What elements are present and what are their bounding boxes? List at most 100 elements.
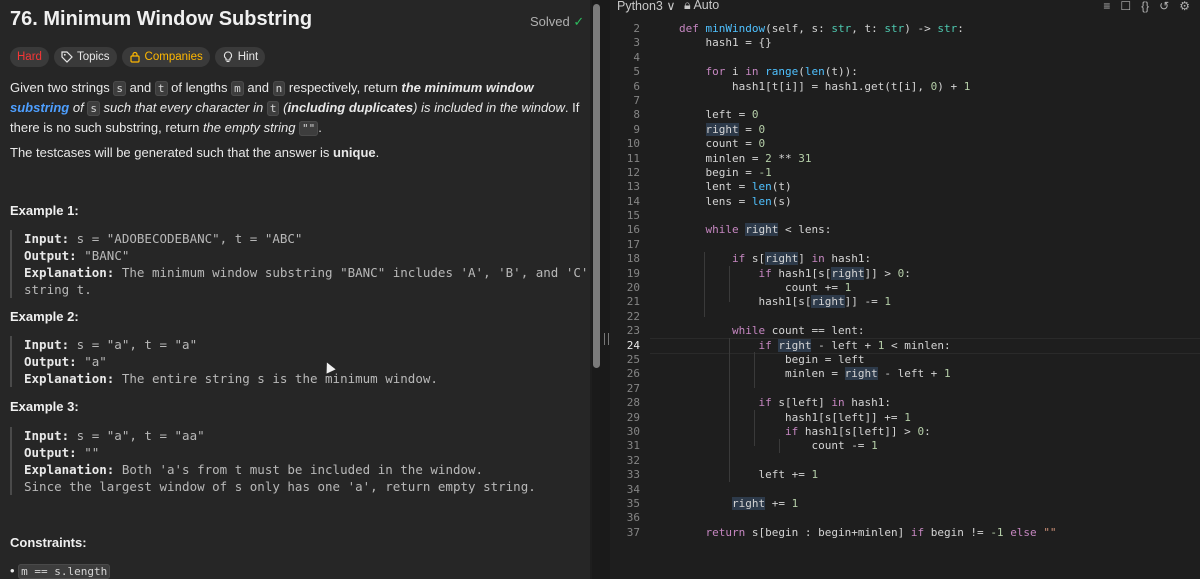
code-line: while count == lent: bbox=[731, 324, 865, 338]
example-1-heading: Example 1: bbox=[10, 203, 79, 218]
difficulty-label: Hard bbox=[17, 51, 42, 63]
solved-badge: Solved ✓ bbox=[530, 14, 584, 30]
lock-icon: 🔒︎ bbox=[684, 0, 691, 12]
code-line: count = 0 bbox=[705, 137, 766, 151]
panel-resize-handle[interactable] bbox=[602, 0, 610, 579]
tag-icon bbox=[61, 51, 73, 63]
undo-icon[interactable]: ↺ bbox=[1159, 0, 1169, 13]
lock-icon bbox=[129, 51, 140, 63]
code-line: def minWindow(self, s: str, t: str) -> s… bbox=[679, 22, 964, 35]
line-number: 3 bbox=[633, 36, 640, 50]
line-number: 29 bbox=[626, 410, 640, 424]
code-line: lens = len(s) bbox=[705, 194, 792, 208]
line-number: 17 bbox=[626, 237, 640, 251]
line-number: 24 bbox=[626, 338, 640, 352]
solved-label: Solved bbox=[530, 14, 570, 29]
code-line: minlen = 2 ** 31 bbox=[705, 151, 812, 165]
language-select[interactable]: Python3 ∨ bbox=[617, 0, 676, 13]
code-line: minlen = right - left + 1 bbox=[784, 367, 951, 381]
line-number: 31 bbox=[626, 439, 640, 453]
line-number: 11 bbox=[626, 151, 640, 165]
auto-mode-toggle[interactable]: 🔒︎ Auto bbox=[684, 0, 719, 13]
code-line: hash1 = {} bbox=[679, 36, 772, 50]
line-number: 26 bbox=[626, 367, 640, 381]
code-line: begin = -1 bbox=[705, 165, 772, 179]
code-line: lent = len(t) bbox=[705, 180, 792, 194]
line-number: 21 bbox=[626, 295, 640, 309]
description-scrollbar-thumb[interactable] bbox=[593, 4, 600, 368]
example-2-heading: Example 2: bbox=[10, 309, 79, 324]
example-3-heading: Example 3: bbox=[10, 399, 79, 414]
line-number: 16 bbox=[626, 223, 640, 237]
code-line: if hash1[s[right]] > 0: bbox=[758, 266, 911, 280]
code-line: if s[left] in hash1: bbox=[758, 396, 891, 410]
topics-tag[interactable]: Topics bbox=[53, 47, 117, 67]
companies-label: Companies bbox=[144, 51, 203, 63]
notes-icon[interactable]: ≡ bbox=[1103, 0, 1110, 13]
code-text[interactable]: def minWindow(self, s: str, t: str) -> s… bbox=[679, 22, 1057, 540]
difficulty-tag[interactable]: Hard bbox=[10, 47, 49, 67]
braces-icon[interactable]: {} bbox=[1141, 0, 1149, 13]
line-number: 27 bbox=[626, 381, 640, 395]
hint-tag[interactable]: Hint bbox=[214, 47, 266, 67]
substring-link[interactable]: substring bbox=[10, 100, 69, 115]
line-number: 23 bbox=[626, 324, 640, 338]
line-number: 12 bbox=[626, 165, 640, 179]
example-2-block: Input: s = "a", t = "a" Output: "a" Expl… bbox=[10, 336, 590, 387]
line-number: 37 bbox=[626, 525, 640, 539]
line-number: 6 bbox=[633, 79, 640, 93]
code-line: while right < lens: bbox=[705, 223, 832, 237]
code-line: if hash1[s[left]] > 0: bbox=[784, 424, 931, 438]
line-number: 22 bbox=[626, 309, 640, 323]
code-line: count -= 1 bbox=[811, 439, 878, 453]
bookmark-icon[interactable]: ☐ bbox=[1120, 0, 1131, 13]
code-line: left = 0 bbox=[705, 108, 759, 122]
lightbulb-icon bbox=[223, 51, 232, 63]
code-line: right += 1 bbox=[731, 496, 799, 510]
companies-tag[interactable]: Companies bbox=[121, 47, 210, 67]
code-editor-panel: Python3 ∨ 🔒︎ Auto ≡ ☐ {} ↺ ⚙ 2 3 4 5 6 7 8 9 10 1… bbox=[610, 0, 1200, 579]
line-number: 25 bbox=[626, 352, 640, 366]
problem-title: 76. Minimum Window Substring bbox=[10, 8, 313, 30]
code-line: hash1[s[right]] -= 1 bbox=[758, 295, 891, 309]
hint-label: Hint bbox=[237, 51, 259, 63]
check-circle-icon: ✓ bbox=[573, 14, 585, 29]
editor-actions: ≡ ☐ {} ↺ ⚙ bbox=[1103, 0, 1190, 13]
settings-icon[interactable]: ⚙ bbox=[1179, 0, 1190, 13]
line-number: 7 bbox=[633, 93, 640, 107]
chevron-down-icon: ∨ bbox=[666, 0, 676, 13]
line-number: 5 bbox=[633, 65, 640, 79]
code-line: right = 0 bbox=[705, 122, 766, 136]
problem-tags: Hard Topics Companies Hint bbox=[10, 47, 266, 67]
code-line: if right - left + 1 < minlen: bbox=[758, 338, 951, 352]
code-line: hash1[t[i]] = hash1.get(t[i], 0) + 1 bbox=[731, 79, 971, 93]
line-number: 32 bbox=[626, 453, 640, 467]
line-number: 33 bbox=[626, 468, 640, 482]
example-3-block: Input: s = "a", t = "aa" Output: "" Expl… bbox=[10, 427, 590, 495]
code-line: return s[begin : begin+minlen] if begin … bbox=[705, 525, 1057, 539]
line-number: 30 bbox=[626, 424, 640, 438]
line-number: 10 bbox=[626, 137, 640, 151]
problem-panel: 76. Minimum Window Substring Solved ✓ Ha… bbox=[0, 0, 590, 579]
problem-description: Given two strings s and t of lengths m a… bbox=[10, 80, 580, 136]
code-line: hash1[s[left]] += 1 bbox=[784, 410, 911, 424]
line-number: 14 bbox=[626, 194, 640, 208]
mode-label: Auto bbox=[693, 0, 720, 12]
language-label: Python3 bbox=[617, 0, 663, 13]
code-line: begin = left bbox=[784, 352, 865, 366]
line-number: 20 bbox=[626, 281, 640, 295]
code-line: for i in range(len(t)): bbox=[705, 65, 858, 79]
example-1-block: Input: s = "ADOBECODEBANC", t = "ABC" Ou… bbox=[10, 230, 590, 298]
problem-note: The testcases will be generated such tha… bbox=[10, 145, 380, 160]
line-number: 19 bbox=[626, 266, 640, 280]
line-number: 34 bbox=[626, 482, 640, 496]
line-number: 8 bbox=[633, 108, 640, 122]
line-number: 35 bbox=[626, 496, 640, 510]
topics-label: Topics bbox=[76, 51, 110, 63]
